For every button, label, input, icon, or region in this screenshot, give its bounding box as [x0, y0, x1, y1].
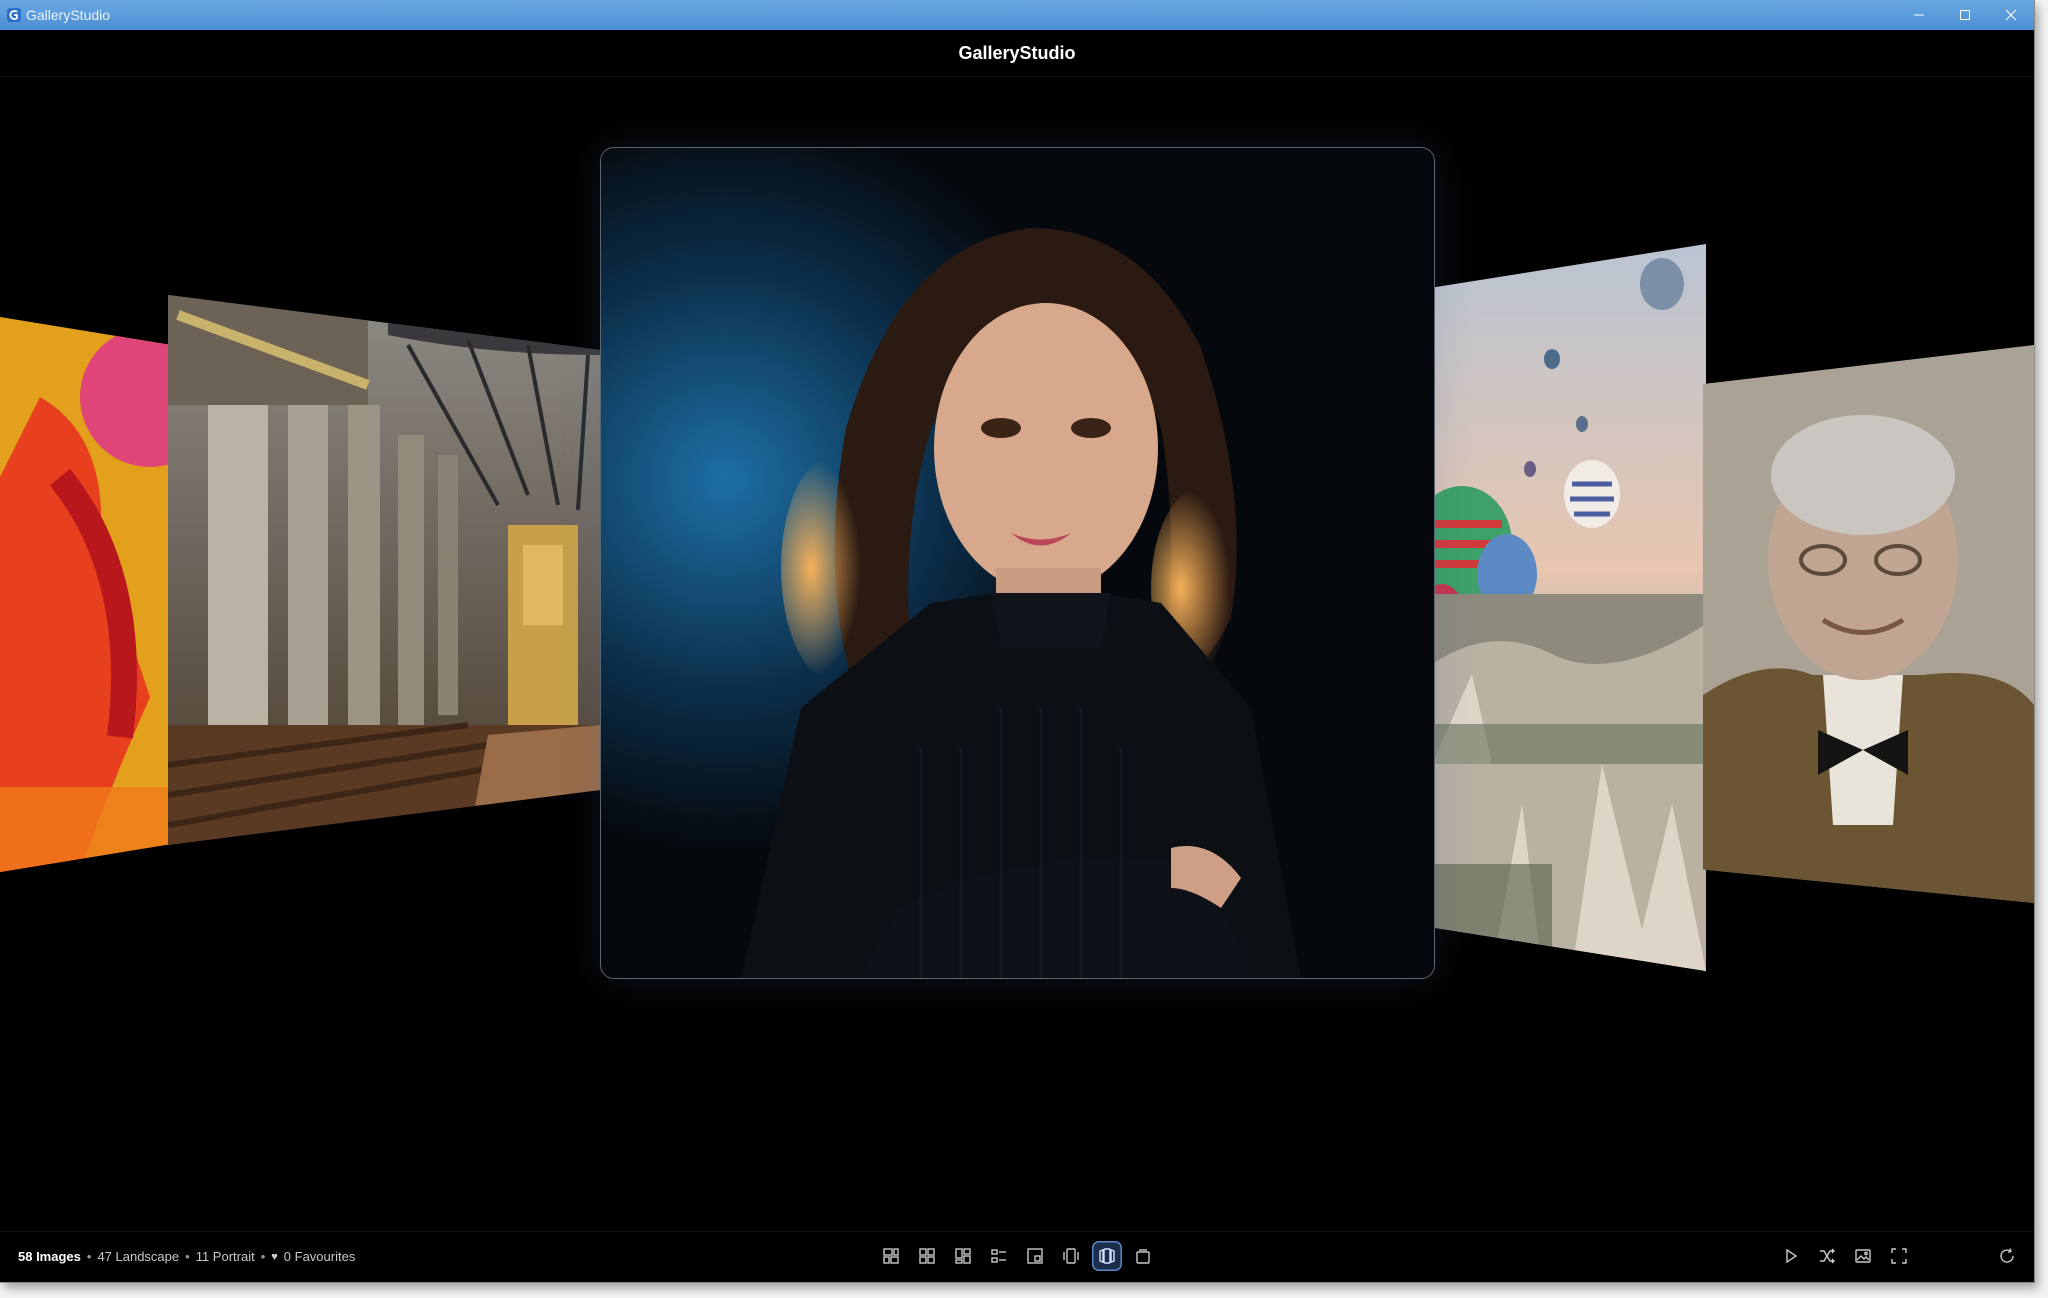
grid-view-button[interactable] — [912, 1241, 942, 1271]
mosaic-view-icon — [883, 1248, 899, 1264]
shuffle-button[interactable] — [1812, 1241, 1842, 1271]
balloons-thumbnail — [1432, 244, 1706, 971]
fullscreen-button[interactable] — [1884, 1241, 1914, 1271]
fashion-thumbnail — [0, 317, 170, 872]
gallery-stats: 58 Images • 47 Landscape • 11 Portrait •… — [18, 1249, 355, 1264]
app-header: GalleryStudio — [0, 30, 2034, 77]
masonry-view-button[interactable] — [948, 1241, 978, 1271]
refresh-button[interactable] — [1992, 1241, 2022, 1271]
fullscreen-icon — [1891, 1248, 1907, 1264]
landscape-count: 47 Landscape — [97, 1249, 180, 1264]
carousel-card-center-selected[interactable] — [600, 147, 1435, 979]
carousel-view-button[interactable] — [1056, 1241, 1086, 1271]
app-title: GalleryStudio — [958, 42, 1076, 63]
app-logo-icon — [7, 8, 21, 22]
portrait-count: 11 Portrait — [195, 1249, 255, 1264]
carousel-view-icon — [1063, 1248, 1079, 1264]
image-count: 58 Images — [18, 1249, 81, 1264]
minimize-icon — [1914, 14, 1924, 16]
play-slideshow-button[interactable] — [1776, 1241, 1806, 1271]
window-title: GalleryStudio — [26, 7, 111, 23]
portrait-woman-image — [601, 148, 1434, 978]
play-slideshow-icon — [1786, 1248, 1798, 1264]
list-view-icon — [991, 1249, 1006, 1263]
coverflow-stage — [0, 77, 2034, 1232]
shuffle-icon — [1820, 1248, 1835, 1264]
mosaic-view-button[interactable] — [876, 1241, 906, 1271]
coverflow-view-icon — [1099, 1248, 1115, 1264]
grid-view-icon — [919, 1248, 935, 1264]
single-view-button[interactable] — [1020, 1241, 1050, 1271]
separator: • — [86, 1249, 92, 1264]
stack-view-icon — [1136, 1249, 1150, 1264]
carousel-card-right[interactable] — [1432, 244, 1706, 971]
carousel-card-far-right[interactable] — [1703, 345, 2034, 903]
carousel-card-far-left[interactable] — [0, 317, 170, 872]
maximize-button[interactable] — [1942, 0, 1988, 30]
minimize-button[interactable] — [1896, 0, 1942, 30]
refresh-icon — [2000, 1248, 2014, 1263]
view-mode-toolbar — [876, 1241, 1158, 1271]
status-bar: 58 Images • 47 Landscape • 11 Portrait •… — [0, 1231, 2034, 1282]
maximize-icon — [1960, 10, 1970, 20]
list-view-button[interactable] — [984, 1241, 1014, 1271]
playback-toolbar — [1776, 1241, 1914, 1271]
separator: • — [260, 1249, 266, 1264]
separator: • — [185, 1249, 190, 1264]
image-button[interactable] — [1848, 1241, 1878, 1271]
window-titlebar[interactable]: GalleryStudio — [0, 0, 2034, 30]
cathedral-thumbnail — [168, 295, 600, 845]
app-window: GalleryStudio GalleryStudio 58 Images • … — [0, 0, 2034, 1282]
close-icon — [2005, 9, 2017, 21]
image-icon — [1855, 1249, 1871, 1263]
close-button[interactable] — [1988, 0, 2034, 30]
heart-icon: ♥ — [271, 1250, 278, 1263]
elderly-man-thumbnail — [1703, 345, 2034, 903]
favourites-count: 0 Favourites — [283, 1249, 356, 1264]
coverflow-view-button[interactable] — [1092, 1241, 1122, 1271]
stack-view-button[interactable] — [1128, 1241, 1158, 1271]
carousel-card-left[interactable] — [168, 295, 600, 845]
masonry-view-icon — [955, 1248, 971, 1264]
single-view-icon — [1027, 1248, 1043, 1264]
